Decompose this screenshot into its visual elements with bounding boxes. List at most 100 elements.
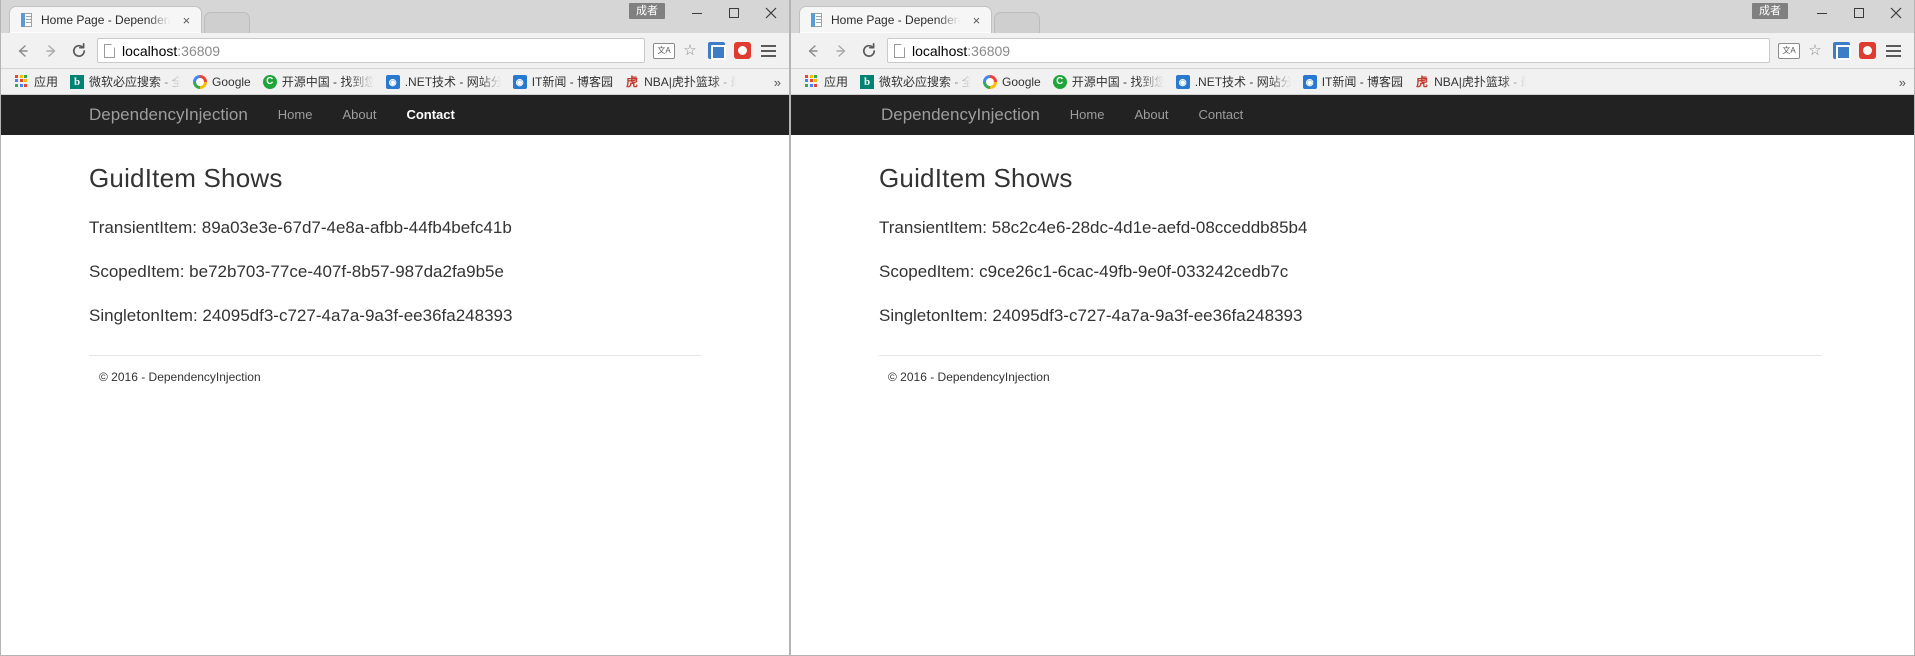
extension-blue-icon[interactable] [1828, 38, 1854, 64]
browser-window-right: Home Page - Dependen × 成者 localhost:3680… [790, 0, 1915, 656]
close-window-button[interactable] [752, 0, 789, 25]
address-bar-text: localhost:36809 [912, 43, 1010, 59]
url-host: localhost [122, 42, 178, 59]
site-footer: © 2016 - DependencyInjection [99, 370, 261, 384]
new-tab-button[interactable] [994, 12, 1041, 33]
bookmark-oschina[interactable]: C 开源中国 - 找到您想要 [1047, 71, 1170, 93]
nav-link-home[interactable]: Home [1055, 95, 1120, 135]
google-icon [193, 74, 208, 89]
tab-title: Home Page - Dependen [831, 13, 961, 27]
toolbar-right-left-window: 文A ☆ [651, 38, 781, 64]
bookmarks-overflow-button[interactable]: » [1894, 69, 1910, 94]
chrome-menu-button[interactable] [1880, 38, 1906, 64]
close-tab-icon[interactable]: × [179, 13, 193, 27]
transient-item-line: TransientItem: 89a03e3e-67d7-4e8a-afbb-4… [89, 218, 512, 237]
bookmark-nba-hupu[interactable]: 虎 NBA|虎扑篮球 - 最盢 [619, 71, 742, 93]
browser-toolbar: localhost:36809 文A ☆ [1, 33, 789, 69]
apps-grid-icon [805, 74, 819, 89]
page-security-icon [104, 43, 115, 58]
hupu-icon: 虎 [1416, 74, 1429, 89]
page-viewport-left: DependencyInjection Home About Contact G… [1, 95, 789, 655]
footer-divider [89, 355, 701, 356]
close-window-button[interactable] [1877, 0, 1914, 25]
cnblogs-icon: ◉ [1302, 74, 1317, 89]
minimize-button[interactable] [1803, 0, 1840, 25]
page-title: GuidItem Shows [879, 163, 1073, 193]
extension-red-icon[interactable] [729, 38, 755, 64]
bookmark-itnews[interactable]: ◉ IT新闻 - 博客园 [1297, 71, 1409, 93]
ime-status-badge: 成者 [629, 3, 665, 19]
reload-button[interactable] [65, 37, 93, 65]
tab-strip: Home Page - Dependen × 成者 [1, 0, 789, 33]
maximize-button[interactable] [1840, 0, 1877, 25]
bookmark-label: 开源中国 - 找到您想要 [1071, 75, 1164, 89]
new-tab-button[interactable] [204, 12, 251, 33]
bookmark-apps[interactable]: 应用 [799, 71, 854, 93]
scoped-item-line: ScopedItem: be72b703-77ce-407f-8b57-987d… [89, 262, 504, 281]
tab-title: Home Page - Dependen [41, 13, 171, 27]
oschina-icon: C [1052, 74, 1067, 89]
translate-icon[interactable]: 文A [651, 38, 677, 64]
bookmark-oschina[interactable]: C 开源中国 - 找到您想要 [257, 71, 380, 93]
maximize-button[interactable] [715, 0, 752, 25]
bookmarks-bar: 应用 b 微软必应搜索 - 全球搜 Google C 开源中国 - 找到您想要 … [791, 69, 1914, 95]
bookmark-label: Google [1002, 74, 1041, 89]
cnblogs-icon: ◉ [1175, 74, 1190, 89]
window-controls-left: 成者 [629, 0, 789, 33]
oschina-icon: C [262, 74, 277, 89]
toolbar-right-right-window: 文A ☆ [1776, 38, 1906, 64]
bookmark-google[interactable]: Google [977, 71, 1047, 93]
bookmark-nba-hupu[interactable]: 虎 NBA|虎扑篮球 - 最盢 [1409, 71, 1532, 93]
extension-red-icon[interactable] [1854, 38, 1880, 64]
translate-icon[interactable]: 文A [1776, 38, 1802, 64]
minimize-button[interactable] [678, 0, 715, 25]
address-bar[interactable]: localhost:36809 [887, 38, 1770, 63]
browser-window-left: Home Page - Dependen × 成者 localhost:3680… [0, 0, 790, 656]
bookmark-dotnet[interactable]: ◉ .NET技术 - 网站分类 [380, 71, 507, 93]
site-brand[interactable]: DependencyInjection [881, 95, 1055, 135]
site-navbar: DependencyInjection Home About Contact [1, 95, 789, 135]
bookmark-label: 应用 [824, 75, 849, 89]
reload-button[interactable] [855, 37, 883, 65]
forward-button[interactable] [827, 37, 855, 65]
bookmark-google[interactable]: Google [187, 71, 257, 93]
bookmark-itnews[interactable]: ◉ IT新闻 - 博客园 [507, 71, 619, 93]
page-title: GuidItem Shows [89, 163, 283, 193]
close-tab-icon[interactable]: × [969, 13, 983, 27]
bookmark-apps[interactable]: 应用 [9, 71, 64, 93]
nav-link-about[interactable]: About [327, 95, 391, 135]
desktop: Home Page - Dependen × 成者 localhost:3680… [0, 0, 1915, 656]
bookmark-label: .NET技术 - 网站分类 [1194, 75, 1291, 89]
bookmark-label: 开源中国 - 找到您想要 [281, 75, 374, 89]
singleton-item-line: SingletonItem: 24095df3-c727-4a7a-9a3f-e… [89, 306, 513, 325]
scoped-item-line: ScopedItem: c9ce26c1-6cac-49fb-9e0f-0332… [879, 262, 1289, 281]
bookmark-star-icon[interactable]: ☆ [677, 38, 703, 64]
browser-tab[interactable]: Home Page - Dependen × [799, 6, 993, 33]
google-icon [983, 74, 998, 89]
bookmark-star-icon[interactable]: ☆ [1802, 38, 1828, 64]
bookmarks-overflow-button[interactable]: » [769, 69, 785, 94]
nav-link-contact[interactable]: Contact [391, 95, 469, 135]
bookmark-dotnet[interactable]: ◉ .NET技术 - 网站分类 [1170, 71, 1297, 93]
address-bar-text: localhost:36809 [122, 43, 220, 59]
bookmark-label: NBA|虎扑篮球 - 最盢 [1434, 75, 1526, 89]
nav-link-about[interactable]: About [1119, 95, 1183, 135]
address-bar[interactable]: localhost:36809 [97, 38, 645, 63]
site-brand[interactable]: DependencyInjection [89, 95, 263, 135]
back-button[interactable] [9, 37, 37, 65]
browser-tab[interactable]: Home Page - Dependen × [9, 6, 203, 33]
hupu-icon: 虎 [626, 74, 639, 89]
site-footer: © 2016 - DependencyInjection [888, 370, 1050, 384]
bookmark-bing[interactable]: b 微软必应搜索 - 全球搜 [854, 71, 977, 93]
back-button[interactable] [799, 37, 827, 65]
bookmark-label: Google [212, 74, 251, 89]
extension-blue-icon[interactable] [703, 38, 729, 64]
page-icon [20, 12, 34, 28]
nav-link-home[interactable]: Home [263, 95, 328, 135]
bookmark-label: 微软必应搜索 - 全球搜 [89, 75, 181, 89]
chrome-menu-button[interactable] [755, 38, 781, 64]
singleton-item-line: SingletonItem: 24095df3-c727-4a7a-9a3f-e… [879, 306, 1303, 325]
forward-button[interactable] [37, 37, 65, 65]
bookmark-bing[interactable]: b 微软必应搜索 - 全球搜 [64, 71, 187, 93]
nav-link-contact[interactable]: Contact [1183, 95, 1258, 135]
